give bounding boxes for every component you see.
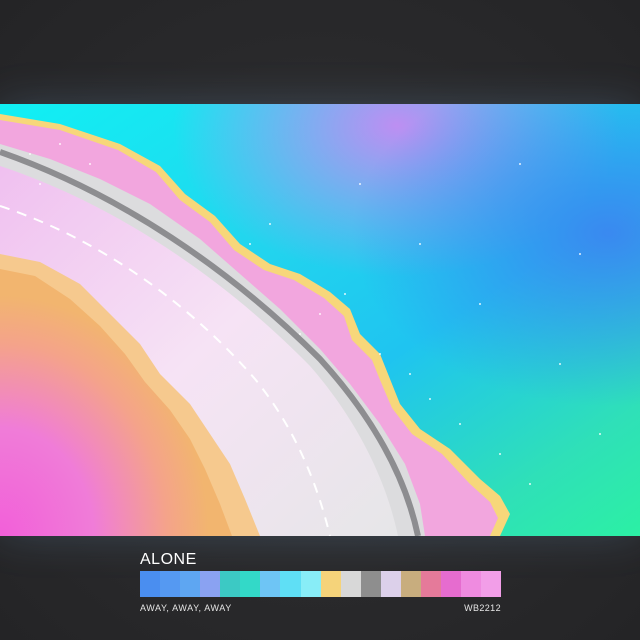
poster-title: ALONE <box>140 551 197 568</box>
palette-swatch <box>160 571 181 597</box>
palette-swatch <box>200 571 221 597</box>
palette-swatch <box>220 571 241 597</box>
palette-swatch <box>260 571 281 597</box>
color-palette <box>140 571 502 597</box>
poster-code: WB2212 <box>464 603 501 613</box>
poster-subtitle: AWAY, AWAY, AWAY <box>140 603 232 613</box>
palette-swatch <box>140 571 161 597</box>
palette-swatch <box>180 571 201 597</box>
palette-swatch <box>420 571 441 597</box>
palette-swatch <box>300 571 321 597</box>
palette-swatch <box>440 571 461 597</box>
palette-swatch <box>380 571 401 597</box>
palette-swatch <box>400 571 421 597</box>
artwork <box>0 104 640 536</box>
palette-swatch <box>481 571 502 597</box>
palette-swatch <box>360 571 381 597</box>
palette-swatch <box>340 571 361 597</box>
palette-swatch <box>240 571 261 597</box>
palette-swatch <box>320 571 341 597</box>
palette-swatch <box>461 571 482 597</box>
palette-swatch <box>280 571 301 597</box>
